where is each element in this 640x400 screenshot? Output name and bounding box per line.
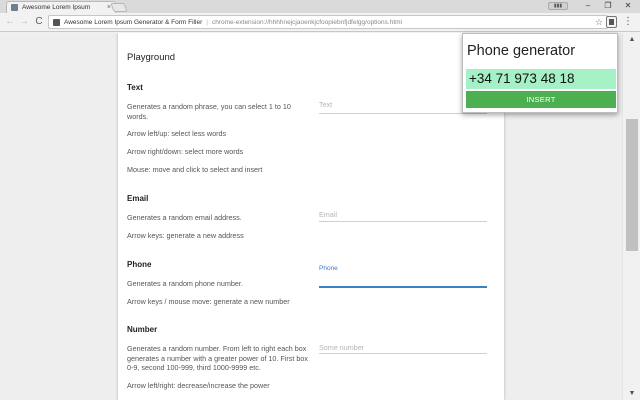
- new-tab-button[interactable]: [110, 3, 128, 12]
- email-input-underline: [319, 221, 487, 222]
- email-input-placeholder: Email: [319, 210, 337, 219]
- minimize-button[interactable]: –: [578, 0, 598, 13]
- favicon-icon: [11, 4, 18, 11]
- popup-title: Phone generator: [467, 43, 576, 59]
- phone-generator-popup: Phone generator +34 71 973 48 18 INSERT: [462, 33, 618, 113]
- scroll-thumb[interactable]: [626, 119, 638, 251]
- address-url: chrome-extension://hhhhnejcjaoenkjcfoopi…: [211, 18, 403, 26]
- section-title-phone: Phone: [127, 260, 152, 269]
- number-description: Generates a random number. From left to …: [127, 344, 308, 372]
- scroll-up-arrow-icon[interactable]: ▲: [623, 33, 640, 46]
- browser-menu-icon[interactable]: ⋮: [623, 15, 633, 29]
- text-help-mouse: Mouse: move and click to select and inse…: [127, 165, 263, 174]
- text-input-placeholder: Text: [319, 100, 333, 109]
- generated-phone-number[interactable]: +34 71 973 48 18: [466, 69, 616, 89]
- bookmark-star-icon[interactable]: ☆: [595, 17, 603, 28]
- profile-button[interactable]: ▮▮▮: [548, 2, 568, 10]
- profile-label: ▮▮▮: [553, 3, 563, 9]
- number-input-underline: [319, 353, 487, 354]
- phone-description: Generates a random phone number.: [127, 279, 243, 288]
- address-separator: |: [206, 18, 208, 26]
- restore-button[interactable]: ❐: [598, 0, 618, 13]
- text-description: Generates a random phrase, you can selec…: [127, 102, 291, 121]
- playground-card: Playground Text Generates a random phras…: [118, 33, 504, 400]
- browser-toolbar: ← → C Awesome Lorem Ipsum Generator & Fo…: [0, 13, 640, 32]
- text-help-arrow-left: Arrow left/up: select less words: [127, 129, 227, 138]
- back-button[interactable]: ←: [4, 16, 16, 28]
- page-title: Playground: [127, 52, 176, 63]
- scroll-down-arrow-icon[interactable]: ▼: [623, 387, 640, 400]
- phone-input-underline: [319, 286, 487, 288]
- text-help-arrow-right: Arrow right/down: select more words: [127, 147, 244, 156]
- tab-title: Awesome Lorem Ipsum: [22, 4, 91, 11]
- number-help-arrow-keys: Arrow left/right: decrease/increase the …: [127, 381, 270, 390]
- email-help-arrow-keys: Arrow keys: generate a new address: [127, 231, 244, 240]
- section-title-text: Text: [127, 83, 143, 92]
- lorem-ipsum-extension-icon[interactable]: [606, 16, 617, 28]
- text-input-underline: [319, 113, 487, 114]
- tab-awesome-lorem-ipsum[interactable]: Awesome Lorem Ipsum ×: [6, 1, 116, 13]
- section-title-email: Email: [127, 194, 149, 203]
- close-window-button[interactable]: ✕: [618, 0, 638, 13]
- tab-strip: Awesome Lorem Ipsum × ▮▮▮ – ❐ ✕: [0, 0, 640, 13]
- email-description: Generates a random email address.: [127, 213, 242, 222]
- number-input-placeholder: Some number: [319, 343, 365, 352]
- address-page-title: Awesome Lorem Ipsum Generator & Form Fil…: [64, 18, 203, 26]
- section-title-number: Number: [127, 325, 158, 334]
- phone-input-label: Phone: [319, 265, 338, 272]
- reload-button[interactable]: C: [33, 16, 45, 28]
- address-bar[interactable]: Awesome Lorem Ipsum Generator & Form Fil…: [48, 15, 608, 29]
- phone-help-arrow-keys: Arrow keys / mouse move: generate a new …: [127, 297, 290, 306]
- forward-button[interactable]: →: [18, 16, 30, 28]
- page-scrollbar[interactable]: ▲ ▼: [622, 33, 640, 400]
- insert-button[interactable]: INSERT: [466, 91, 616, 108]
- extension-page-icon: [53, 18, 60, 26]
